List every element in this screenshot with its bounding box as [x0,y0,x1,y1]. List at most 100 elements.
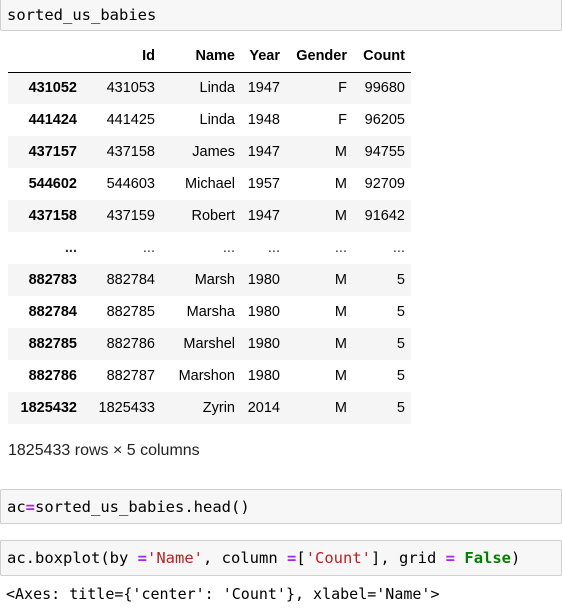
cell-year: 1948 [247,112,280,128]
cell-gender: M [334,336,347,352]
cell-count: 94755 [364,144,405,160]
column-header-count: Count [353,40,411,73]
cell-id: ... [142,240,155,256]
table-row: 1825432 1825433 Zyrin 2014 M 5 [8,392,411,424]
code-keyword: False [464,549,512,567]
cell-id: 882787 [106,368,155,384]
code-cell-3[interactable]: ac.boxplot(by = 'Name', column =['Count']… [0,540,562,576]
code-operator: = [445,549,456,567]
index-header [8,40,83,73]
code-cell-2[interactable]: ac = sorted_us_babies.head() [0,489,562,524]
cell-count: 91642 [364,208,405,224]
row-index: 437158 [28,208,77,224]
table-row: 431052 431053 Linda 1947 F 99680 [8,72,411,104]
table-row: 437157 437158 James 1947 M 94755 [8,136,411,168]
cell-count: 99680 [364,80,405,97]
column-header-id: Id [83,40,161,73]
row-index: ... [64,240,77,256]
column-header-gender: Gender [286,40,353,73]
table-row: 544602 544603 Michael 1957 M 92709 [8,168,411,200]
cell-year: 1947 [247,80,280,97]
cell-name: Robert [191,208,235,224]
cell-gender: M [334,272,347,288]
table-row: 437158 437159 Robert 1947 M 91642 [8,200,411,232]
cell-id: 431053 [106,80,155,97]
cell-name: Marsha [186,304,235,320]
cell-year: 1980 [247,336,280,352]
code-text: sorted_us_babies [7,5,157,24]
cell-year: 2014 [247,400,280,416]
code-token: sorted_us_babies.head() [35,497,250,516]
row-index: 882785 [28,336,77,352]
code-token: ], grid [371,549,446,567]
cell-name: Marshel [183,336,235,352]
cell-count: 92709 [364,176,405,192]
code-token: ac [7,497,26,516]
cell-gender: M [334,368,347,384]
cell-name: James [192,144,235,160]
table-row: 882785 882786 Marshel 1980 M 5 [8,328,411,360]
cell-gender: M [334,400,347,416]
cell-id: 882785 [106,304,155,320]
cell-year: 1980 [247,272,280,288]
cell-count: 5 [396,336,405,352]
cell-name: Zyrin [202,400,235,416]
row-index: 544602 [28,176,77,192]
cell-year: 1980 [247,368,280,384]
code-string: 'Name' [147,549,203,567]
cell-count: 5 [396,400,405,416]
cell-year: 1980 [247,304,280,320]
cell-gender: ... [334,240,347,256]
cell-id: 1825433 [98,400,155,416]
cell-year: ... [267,240,280,256]
cell-id: 441425 [106,112,155,128]
dataframe-table: Id Name Year Gender Count 431052 431053 Li… [8,40,411,424]
cell-id: 882786 [106,336,155,352]
output-text: <Axes: title={'center': 'Count'}, xlabel… [6,585,440,603]
row-index: 437157 [28,144,77,160]
table-header-row: Id Name Year Gender Count [8,40,411,73]
cell-gender: F [338,80,347,97]
row-index: 882784 [28,304,77,320]
table-row: .................. [8,232,411,264]
column-header-name: Name [161,40,241,73]
row-index: 1825432 [20,400,77,416]
code-token: ) [511,549,521,567]
cell-gender: F [338,112,347,128]
cell-name: Marshon [178,368,235,384]
cell-gender: M [334,176,347,192]
cell-name: ... [222,240,235,256]
cell-id: 437158 [106,144,155,160]
cell-year: 1957 [247,176,280,192]
table-row: 441424 441425 Linda 1948 F 96205 [8,104,411,136]
column-header-year: Year [241,40,286,73]
table-row: 882784 882785 Marsha 1980 M 5 [8,296,411,328]
cell-count: 5 [396,272,405,288]
code-token: [ [296,549,306,567]
cell-name: Linda [199,112,235,128]
table-row: 882786 882787 Marshon 1980 M 5 [8,360,411,392]
cell-gender: M [334,144,347,160]
table-row: 882783 882784 Marsh 1980 M 5 [8,264,411,296]
cell-count: ... [392,240,405,256]
cell-count: 5 [396,304,405,320]
cell-name: Marsh [194,272,235,288]
cell-year: 1947 [247,208,280,224]
code-cell-1[interactable]: sorted_us_babies [0,0,562,31]
dataframe-shape-text: 1825433 rows × 5 columns [8,442,200,459]
code-token: , column [203,549,287,567]
row-index: 882783 [28,272,77,288]
cell-gender: M [334,304,347,320]
cell-id: 544603 [106,176,155,192]
row-index: 441424 [28,112,77,128]
cell-name: Michael [185,176,235,192]
cell-count: 5 [396,368,405,384]
code-string: 'Count' [305,549,372,567]
code-token: ac.boxplot(by [7,549,138,567]
cell-year: 1947 [247,144,280,160]
cell-count: 96205 [364,112,405,128]
code-operator: = [137,549,147,567]
code-operator: = [25,497,36,516]
code-operator: = [287,549,297,567]
